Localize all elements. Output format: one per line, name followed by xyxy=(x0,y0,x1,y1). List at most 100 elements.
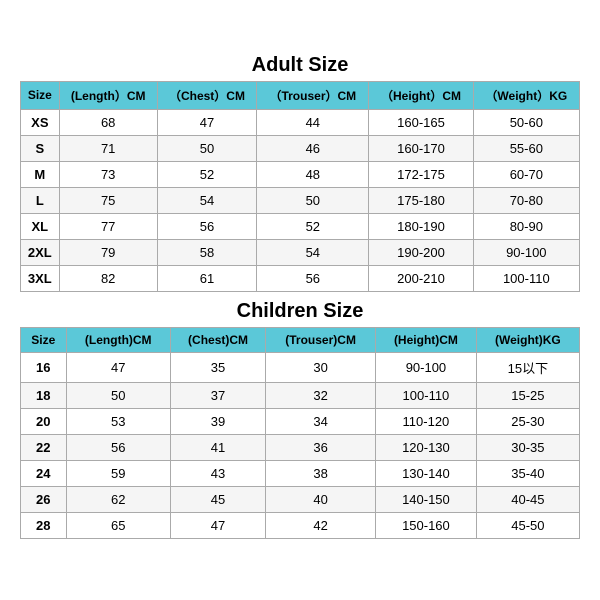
table-row: S715046160-17055-60 xyxy=(21,135,580,161)
table-cell: 37 xyxy=(170,382,265,408)
table-cell: 65 xyxy=(66,512,170,538)
table-row: M735248172-17560-70 xyxy=(21,161,580,187)
table-cell: 70-80 xyxy=(473,187,579,213)
table-cell: 160-165 xyxy=(369,109,473,135)
table-cell: 47 xyxy=(170,512,265,538)
table-cell: 28 xyxy=(21,512,67,538)
table-cell: 62 xyxy=(66,486,170,512)
table-cell: 90-100 xyxy=(376,352,477,382)
children-header-cell: (Weight)KG xyxy=(476,327,579,352)
children-header-row: Size(Length)CM(Chest)CM(Trouser)CM(Heigh… xyxy=(21,327,580,352)
table-cell: S xyxy=(21,135,60,161)
table-cell: 18 xyxy=(21,382,67,408)
adult-header-cell: (Length）CM xyxy=(59,81,157,109)
table-cell: 15-25 xyxy=(476,382,579,408)
table-row: XS684744160-16550-60 xyxy=(21,109,580,135)
table-cell: L xyxy=(21,187,60,213)
children-section: Children Size Size(Length)CM(Chest)CM(Tr… xyxy=(20,300,580,539)
children-header-cell: (Height)CM xyxy=(376,327,477,352)
table-cell: 41 xyxy=(170,434,265,460)
table-cell: 60-70 xyxy=(473,161,579,187)
adult-header-cell: （Height）CM xyxy=(369,81,473,109)
table-cell: 45-50 xyxy=(476,512,579,538)
table-cell: 32 xyxy=(266,382,376,408)
table-cell: 52 xyxy=(257,213,369,239)
table-cell: 73 xyxy=(59,161,157,187)
children-header-cell: Size xyxy=(21,327,67,352)
table-cell: 56 xyxy=(157,213,257,239)
table-cell: 26 xyxy=(21,486,67,512)
table-cell: 30-35 xyxy=(476,434,579,460)
table-cell: 39 xyxy=(170,408,265,434)
table-cell: 200-210 xyxy=(369,265,473,291)
table-row: L755450175-18070-80 xyxy=(21,187,580,213)
table-cell: 15以下 xyxy=(476,352,579,382)
table-row: 22564136120-13030-35 xyxy=(21,434,580,460)
table-cell: 24 xyxy=(21,460,67,486)
table-cell: 50 xyxy=(66,382,170,408)
table-cell: 36 xyxy=(266,434,376,460)
table-cell: 56 xyxy=(257,265,369,291)
adult-header-cell: （Chest）CM xyxy=(157,81,257,109)
children-header-cell: (Length)CM xyxy=(66,327,170,352)
table-cell: 160-170 xyxy=(369,135,473,161)
children-table: Size(Length)CM(Chest)CM(Trouser)CM(Heigh… xyxy=(20,327,580,539)
table-cell: 45 xyxy=(170,486,265,512)
children-header-cell: (Chest)CM xyxy=(170,327,265,352)
table-cell: 59 xyxy=(66,460,170,486)
children-title: Children Size xyxy=(20,300,580,323)
table-cell: 180-190 xyxy=(369,213,473,239)
table-cell: 52 xyxy=(157,161,257,187)
table-cell: 44 xyxy=(257,109,369,135)
table-cell: 110-120 xyxy=(376,408,477,434)
table-cell: 140-150 xyxy=(376,486,477,512)
adult-header-row: Size(Length）CM（Chest）CM（Trouser）CM（Heigh… xyxy=(21,81,580,109)
table-cell: 2XL xyxy=(21,239,60,265)
table-row: 28654742150-16045-50 xyxy=(21,512,580,538)
size-chart: Adult Size Size(Length）CM（Chest）CM（Trous… xyxy=(10,44,590,557)
table-row: 3XL826156200-210100-110 xyxy=(21,265,580,291)
table-cell: M xyxy=(21,161,60,187)
table-cell: 35-40 xyxy=(476,460,579,486)
table-cell: 3XL xyxy=(21,265,60,291)
table-cell: 47 xyxy=(66,352,170,382)
adult-header-cell: （Weight）KG xyxy=(473,81,579,109)
table-cell: 175-180 xyxy=(369,187,473,213)
table-cell: 82 xyxy=(59,265,157,291)
table-cell: 58 xyxy=(157,239,257,265)
adult-header-cell: （Trouser）CM xyxy=(257,81,369,109)
table-cell: 150-160 xyxy=(376,512,477,538)
adult-title: Adult Size xyxy=(20,54,580,77)
table-cell: 47 xyxy=(157,109,257,135)
table-cell: 48 xyxy=(257,161,369,187)
table-cell: 172-175 xyxy=(369,161,473,187)
table-cell: 71 xyxy=(59,135,157,161)
table-cell: 38 xyxy=(266,460,376,486)
table-cell: 90-100 xyxy=(473,239,579,265)
table-cell: 100-110 xyxy=(473,265,579,291)
table-row: 1647353090-10015以下 xyxy=(21,352,580,382)
table-cell: 53 xyxy=(66,408,170,434)
table-cell: 40 xyxy=(266,486,376,512)
table-row: 20533934110-12025-30 xyxy=(21,408,580,434)
table-row: 18503732100-11015-25 xyxy=(21,382,580,408)
table-row: 26624540140-15040-45 xyxy=(21,486,580,512)
table-row: 2XL795854190-20090-100 xyxy=(21,239,580,265)
table-cell: 79 xyxy=(59,239,157,265)
table-cell: 46 xyxy=(257,135,369,161)
table-cell: 130-140 xyxy=(376,460,477,486)
table-cell: 16 xyxy=(21,352,67,382)
table-row: 24594338130-14035-40 xyxy=(21,460,580,486)
table-cell: 50-60 xyxy=(473,109,579,135)
table-cell: 43 xyxy=(170,460,265,486)
table-cell: 50 xyxy=(157,135,257,161)
table-cell: 25-30 xyxy=(476,408,579,434)
table-cell: 56 xyxy=(66,434,170,460)
table-cell: 34 xyxy=(266,408,376,434)
table-cell: 22 xyxy=(21,434,67,460)
children-header-cell: (Trouser)CM xyxy=(266,327,376,352)
table-cell: 55-60 xyxy=(473,135,579,161)
table-cell: 30 xyxy=(266,352,376,382)
table-cell: 120-130 xyxy=(376,434,477,460)
table-cell: 42 xyxy=(266,512,376,538)
